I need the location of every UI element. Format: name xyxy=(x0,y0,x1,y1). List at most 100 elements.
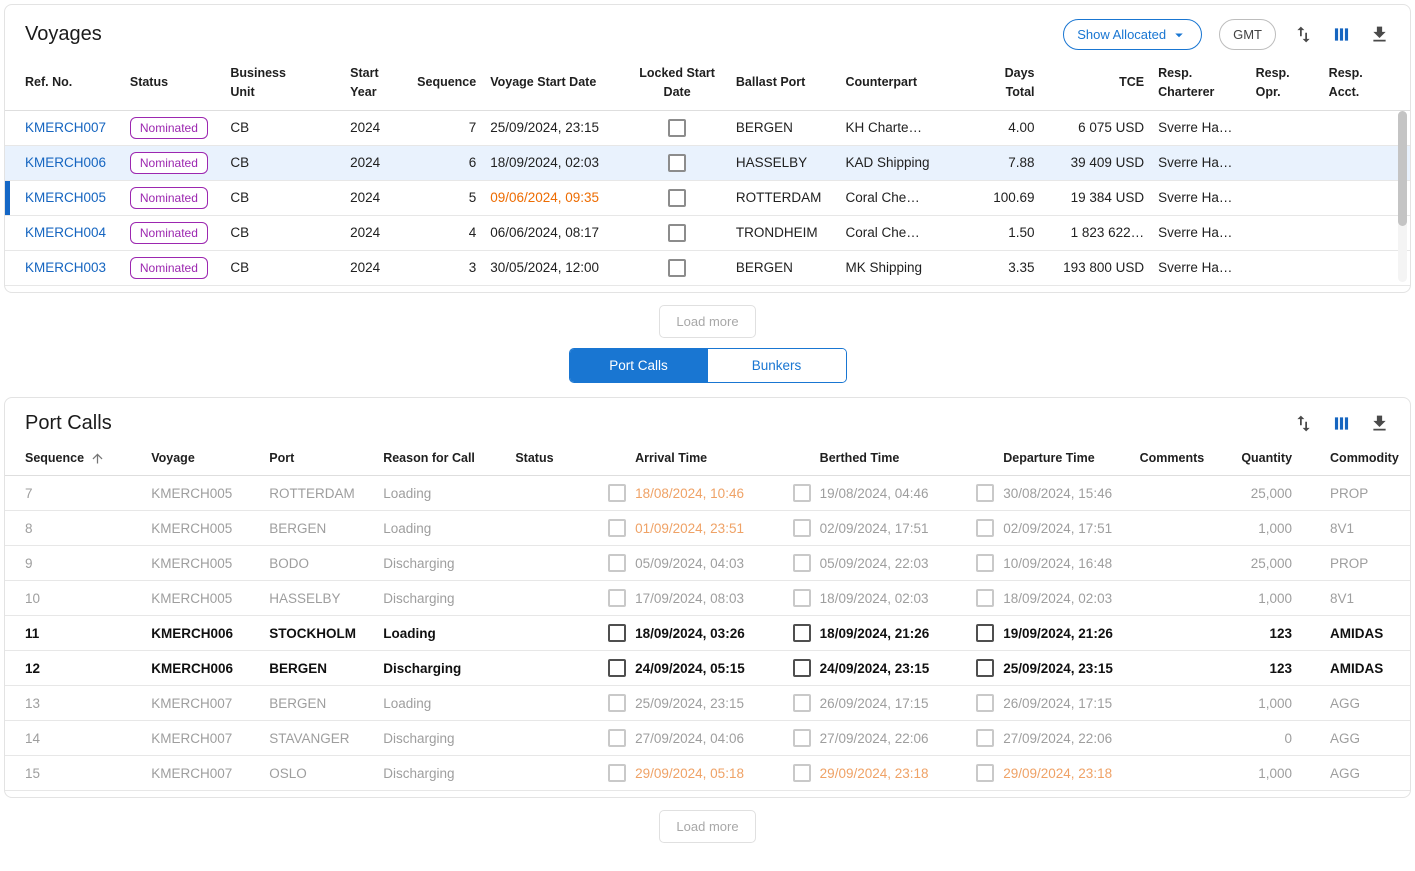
locked-start-date-checkbox[interactable] xyxy=(668,154,686,172)
col-start-year[interactable]: Start Year xyxy=(350,58,409,110)
departure-time-checkbox[interactable] xyxy=(976,624,994,642)
berthed-time-checkbox[interactable] xyxy=(793,589,811,607)
col-commodity[interactable]: Commodity xyxy=(1306,443,1410,476)
departure-time-checkbox[interactable] xyxy=(976,729,994,747)
col-counterpart[interactable]: Counterpart xyxy=(846,58,970,110)
arrival-time-checkbox[interactable] xyxy=(608,519,626,537)
voyage-ref-link[interactable]: KMERCH006 xyxy=(25,155,106,170)
departure-time-checkbox[interactable] xyxy=(976,659,994,677)
col-ref-no[interactable]: Ref. No. xyxy=(5,58,130,110)
col-reason-for-call[interactable]: Reason for Call xyxy=(383,443,515,476)
columns-icon[interactable] xyxy=(1331,24,1352,45)
arrival-time-checkbox[interactable] xyxy=(608,589,626,607)
status-badge: Nominated xyxy=(130,187,208,209)
columns-icon[interactable] xyxy=(1331,413,1352,434)
col-status[interactable]: Status xyxy=(130,58,231,110)
arrival-time-cell: 05/09/2024, 04:03 xyxy=(608,546,793,581)
port-call-row[interactable]: 8 KMERCH005 BERGEN Loading 01/09/2024, 2… xyxy=(5,511,1410,546)
departure-time-checkbox[interactable] xyxy=(976,519,994,537)
departure-time-checkbox[interactable] xyxy=(976,764,994,782)
locked-start-date-checkbox[interactable] xyxy=(668,189,686,207)
col-ballast-port[interactable]: Ballast Port xyxy=(736,58,846,110)
col-comments[interactable]: Comments xyxy=(1140,443,1231,476)
col-berthed-time[interactable]: Berthed Time xyxy=(793,443,977,476)
locked-start-date-checkbox[interactable] xyxy=(668,119,686,137)
col-locked-start-date[interactable]: Locked Start Date xyxy=(632,58,736,110)
col-sequence[interactable]: Sequence xyxy=(409,58,490,110)
col-resp-acct[interactable]: Resp. Acct. xyxy=(1329,58,1410,110)
voyage-row[interactable]: KMERCH007 Nominated CB 2024 7 25/09/2024… xyxy=(5,110,1410,145)
berthed-time-checkbox[interactable] xyxy=(793,519,811,537)
tab-bunkers[interactable]: Bunkers xyxy=(708,349,846,382)
col-days-total[interactable]: Days Total xyxy=(969,58,1048,110)
port-call-row[interactable]: 15 KMERCH007 OSLO Discharging 29/09/2024… xyxy=(5,756,1410,791)
voyage-ref-link[interactable]: KMERCH003 xyxy=(25,260,106,275)
berthed-time-checkbox[interactable] xyxy=(793,729,811,747)
voyage-row[interactable]: KMERCH006 Nominated CB 2024 6 18/09/2024… xyxy=(5,145,1410,180)
col-voyage[interactable]: Voyage xyxy=(151,443,269,476)
voyage-row[interactable]: KMERCH003 Nominated CB 2024 3 30/05/2024… xyxy=(5,250,1410,285)
berthed-time-checkbox[interactable] xyxy=(793,659,811,677)
berthed-time-checkbox[interactable] xyxy=(793,554,811,572)
col-departure-time[interactable]: Departure Time xyxy=(976,443,1139,476)
berthed-time-checkbox[interactable] xyxy=(793,764,811,782)
col-voyage-start-date[interactable]: Voyage Start Date xyxy=(490,58,632,110)
col-tce[interactable]: TCE xyxy=(1049,58,1159,110)
col-status[interactable]: Status xyxy=(515,443,608,476)
arrival-time-checkbox[interactable] xyxy=(608,554,626,572)
arrival-time-text: 29/09/2024, 05:18 xyxy=(635,766,744,781)
voyage-start-date-cell: 09/06/2024, 09:35 xyxy=(490,180,632,215)
tce-cell: 6 075 USD xyxy=(1049,110,1159,145)
download-icon[interactable] xyxy=(1369,24,1390,45)
port-call-row[interactable]: 7 KMERCH005 ROTTERDAM Loading 18/08/2024… xyxy=(5,476,1410,511)
arrival-time-checkbox[interactable] xyxy=(608,764,626,782)
voyage-ref-link[interactable]: KMERCH004 xyxy=(25,225,106,240)
arrival-time-checkbox[interactable] xyxy=(608,484,626,502)
locked-start-date-checkbox[interactable] xyxy=(668,224,686,242)
show-allocated-dropdown[interactable]: Show Allocated xyxy=(1063,19,1202,50)
port-call-row[interactable]: 13 KMERCH007 BERGEN Loading 25/09/2024, … xyxy=(5,686,1410,721)
show-allocated-label: Show Allocated xyxy=(1077,27,1166,42)
col-sequence[interactable]: Sequence xyxy=(5,443,151,476)
arrival-time-checkbox[interactable] xyxy=(608,729,626,747)
commodity-cell: AMIDAS xyxy=(1306,651,1410,686)
voyage-row[interactable]: KMERCH005 Nominated CB 2024 5 09/06/2024… xyxy=(5,180,1410,215)
locked-start-date-checkbox[interactable] xyxy=(668,259,686,277)
departure-time-checkbox[interactable] xyxy=(976,694,994,712)
status-cell xyxy=(515,511,608,546)
download-icon[interactable] xyxy=(1369,413,1390,434)
tab-port-calls[interactable]: Port Calls xyxy=(570,349,708,382)
departure-time-checkbox[interactable] xyxy=(976,589,994,607)
berthed-time-checkbox[interactable] xyxy=(793,694,811,712)
arrival-time-checkbox[interactable] xyxy=(608,694,626,712)
scrollbar-thumb[interactable] xyxy=(1398,111,1407,226)
berthed-time-checkbox[interactable] xyxy=(793,624,811,642)
departure-time-checkbox[interactable] xyxy=(976,554,994,572)
sort-icon[interactable] xyxy=(1293,24,1314,45)
col-resp-opr[interactable]: Resp. Opr. xyxy=(1256,58,1329,110)
port-calls-load-more-button[interactable]: Load more xyxy=(659,810,755,843)
col-port[interactable]: Port xyxy=(269,443,383,476)
arrival-time-checkbox[interactable] xyxy=(608,624,626,642)
col-business-unit[interactable]: Business Unit xyxy=(230,58,350,110)
col-arrival-time[interactable]: Arrival Time xyxy=(608,443,793,476)
col-quantity[interactable]: Quantity xyxy=(1230,443,1306,476)
port-call-row[interactable]: 14 KMERCH007 STAVANGER Discharging 27/09… xyxy=(5,721,1410,756)
col-resp-charterer[interactable]: Resp. Charterer xyxy=(1158,58,1255,110)
voyage-ref-link[interactable]: KMERCH007 xyxy=(25,120,106,135)
voyages-load-more-button[interactable]: Load more xyxy=(659,305,755,338)
timezone-button[interactable]: GMT xyxy=(1219,19,1276,50)
port-call-row[interactable]: 11 KMERCH006 STOCKHOLM Loading 18/09/202… xyxy=(5,616,1410,651)
port-call-row[interactable]: 10 KMERCH005 HASSELBY Discharging 17/09/… xyxy=(5,581,1410,616)
berthed-time-checkbox[interactable] xyxy=(793,484,811,502)
voyage-ref-link[interactable]: KMERCH005 xyxy=(25,190,106,205)
departure-time-checkbox[interactable] xyxy=(976,484,994,502)
voyages-scrollbar[interactable] xyxy=(1398,111,1407,282)
port-call-row[interactable]: 12 KMERCH006 BERGEN Discharging 24/09/20… xyxy=(5,651,1410,686)
arrival-time-checkbox[interactable] xyxy=(608,659,626,677)
sort-icon[interactable] xyxy=(1293,413,1314,434)
voyage-row[interactable]: KMERCH004 Nominated CB 2024 4 06/06/2024… xyxy=(5,215,1410,250)
port-cell: STAVANGER xyxy=(269,721,383,756)
port-call-row[interactable]: 9 KMERCH005 BODO Discharging 05/09/2024,… xyxy=(5,546,1410,581)
reason-cell: Discharging xyxy=(383,756,515,791)
